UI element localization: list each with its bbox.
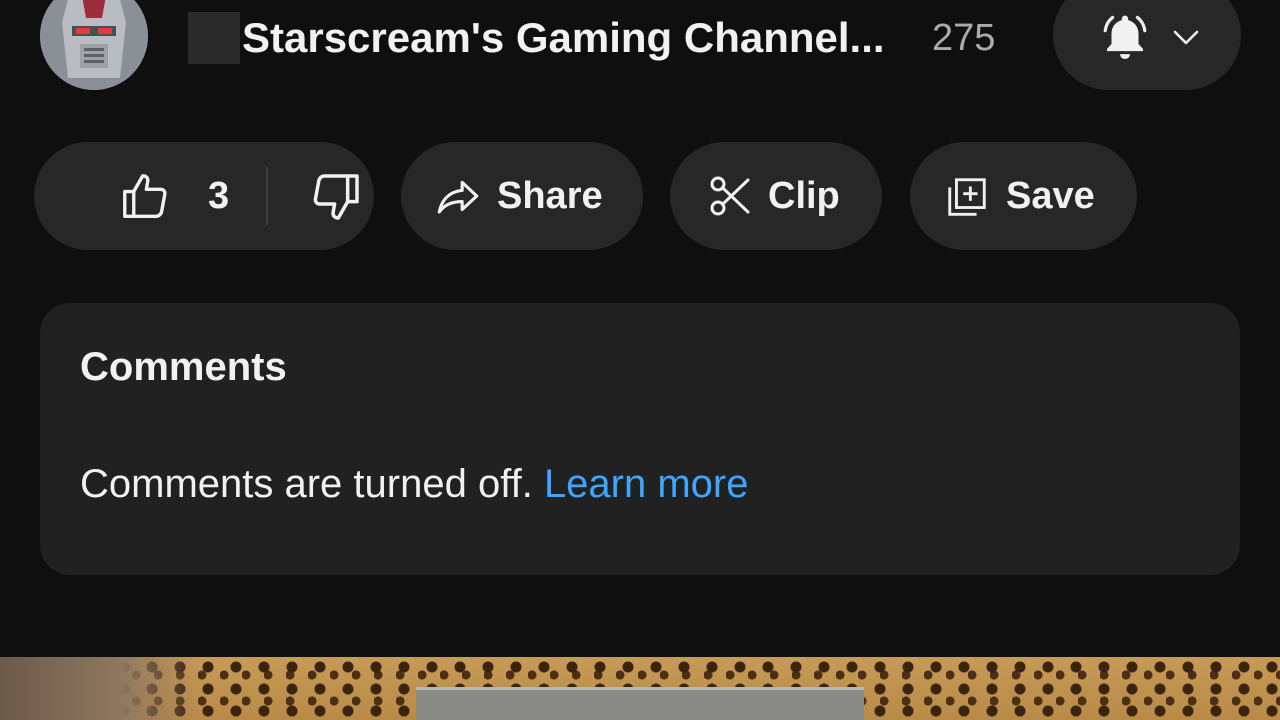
subscriber-count: 275 — [932, 17, 996, 59]
channel-badge-placeholder — [188, 12, 240, 64]
next-video-thumbnail[interactable] — [0, 657, 1280, 720]
scissors-icon — [710, 176, 750, 216]
save-button[interactable]: Save — [910, 142, 1137, 250]
notification-bell-button[interactable] — [1053, 0, 1241, 90]
video-details-page: Starscream's Gaming Channel... 275 3 Sha… — [0, 0, 1280, 720]
thumbs-down-icon[interactable] — [308, 169, 364, 225]
bell-filled-icon — [1103, 15, 1147, 60]
thumbnail-panel — [416, 687, 864, 720]
clip-label: Clip — [768, 175, 840, 217]
comments-off-text: Comments are turned off. — [80, 462, 544, 506]
comments-disabled-message: Comments are turned off. Learn more — [80, 459, 749, 509]
learn-more-link[interactable]: Learn more — [544, 462, 749, 506]
comments-card[interactable]: Comments Comments are turned off. Learn … — [40, 303, 1240, 575]
playlist-add-icon — [948, 178, 986, 216]
thumbnail-figure — [0, 657, 200, 720]
share-button[interactable]: Share — [401, 142, 643, 250]
share-label: Share — [497, 175, 603, 217]
channel-avatar[interactable] — [40, 0, 148, 90]
save-label: Save — [1006, 175, 1095, 217]
robot-head-avatar-icon — [40, 0, 148, 90]
like-dislike-group: 3 — [34, 142, 374, 250]
channel-name[interactable]: Starscream's Gaming Channel... — [242, 12, 885, 64]
chevron-down-icon — [1173, 30, 1199, 45]
share-arrow-icon — [437, 180, 479, 214]
thumbs-up-icon[interactable] — [118, 169, 172, 223]
like-divider — [266, 167, 268, 225]
clip-button[interactable]: Clip — [670, 142, 882, 250]
comments-title: Comments — [80, 345, 287, 389]
like-count: 3 — [208, 175, 230, 217]
channel-row: Starscream's Gaming Channel... 275 — [0, 0, 1280, 90]
